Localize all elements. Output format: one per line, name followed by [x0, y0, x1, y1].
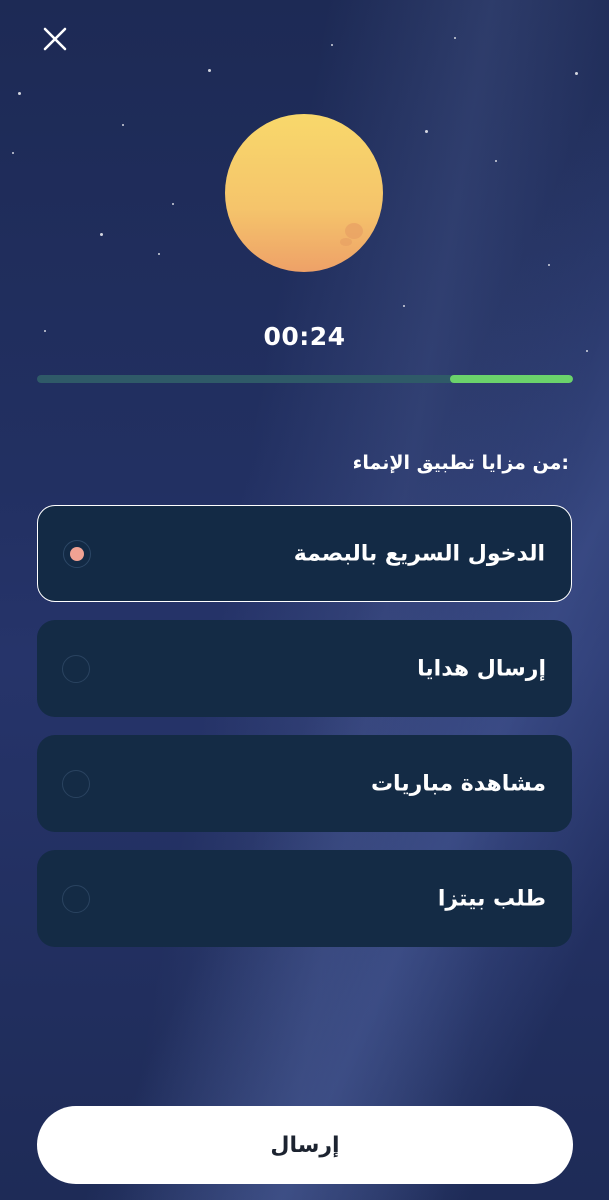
answer-option-label: طلب بيتزا — [437, 886, 546, 911]
moon-illustration — [224, 113, 384, 273]
star — [495, 160, 497, 162]
star — [454, 37, 456, 39]
question-text: :من مزايا تطبيق الإنماء — [352, 452, 569, 474]
radio-button[interactable] — [62, 884, 90, 913]
answer-option-label: مشاهدة مباريات — [370, 771, 546, 796]
radio-button[interactable] — [62, 654, 90, 683]
radio-button-selected[interactable] — [63, 539, 91, 568]
timer-progress-bar — [37, 375, 573, 383]
submit-button[interactable]: إرسال — [37, 1106, 573, 1184]
star — [208, 69, 211, 72]
answer-option-1[interactable]: الدخول السريع بالبصمة — [37, 505, 572, 602]
answer-option-3[interactable]: مشاهدة مباريات — [37, 735, 572, 832]
timer-progress-fill — [449, 375, 573, 383]
star — [12, 152, 14, 154]
star — [100, 233, 103, 236]
star — [425, 130, 428, 133]
close-button[interactable] — [40, 24, 70, 54]
radio-button[interactable] — [62, 769, 90, 798]
star — [403, 305, 405, 307]
answer-option-2[interactable]: إرسال هدايا — [37, 620, 572, 717]
answer-option-4[interactable]: طلب بيتزا — [37, 850, 572, 947]
star — [122, 124, 124, 126]
answer-option-label: إرسال هدايا — [417, 656, 546, 681]
star — [18, 92, 21, 95]
star — [548, 264, 550, 266]
radio-selected-dot — [70, 546, 84, 561]
answer-option-label: الدخول السريع بالبصمة — [293, 541, 545, 566]
star — [575, 72, 578, 75]
star — [331, 44, 333, 46]
star — [158, 253, 160, 255]
close-icon — [43, 27, 67, 51]
star — [172, 203, 174, 205]
countdown-timer: 00:24 — [263, 322, 346, 351]
